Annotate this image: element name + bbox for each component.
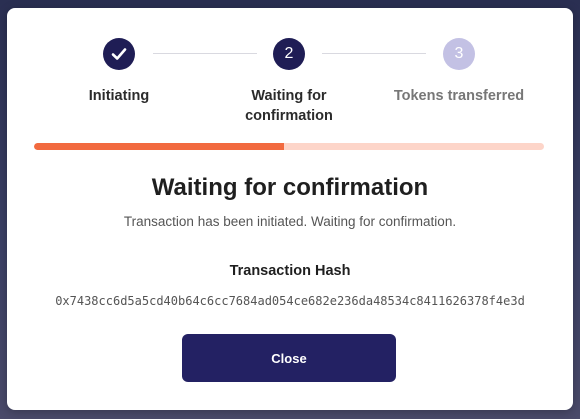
step-3-label: Tokens transferred (393, 88, 525, 104)
transaction-modal: Initiating 2 Waiting for confirmation 3 … (7, 8, 573, 410)
step-2-number: 2 (273, 38, 305, 70)
transaction-hash-label: Transaction Hash (229, 263, 351, 279)
check-icon (111, 48, 127, 60)
step-1-label: Initiating (88, 88, 150, 104)
close-button[interactable]: Close (182, 334, 396, 382)
modal-title: Waiting for confirmation (151, 174, 429, 201)
step-1-check-icon (103, 38, 135, 70)
step-connector (322, 53, 426, 54)
transaction-hash-value: 0x7438cc6d5a5cd40b64c6cc7684ad054ce682e2… (55, 294, 525, 308)
modal-subtitle: Transaction has been initiated. Waiting … (123, 214, 457, 229)
progress-bar-fill (34, 143, 284, 150)
stepper: Initiating 2 Waiting for confirmation 3 … (7, 8, 573, 128)
step-connector (153, 53, 257, 54)
step-2-label: Waiting for confirmation (245, 88, 333, 124)
step-3-number: 3 (443, 38, 475, 70)
progress-bar (34, 143, 544, 150)
